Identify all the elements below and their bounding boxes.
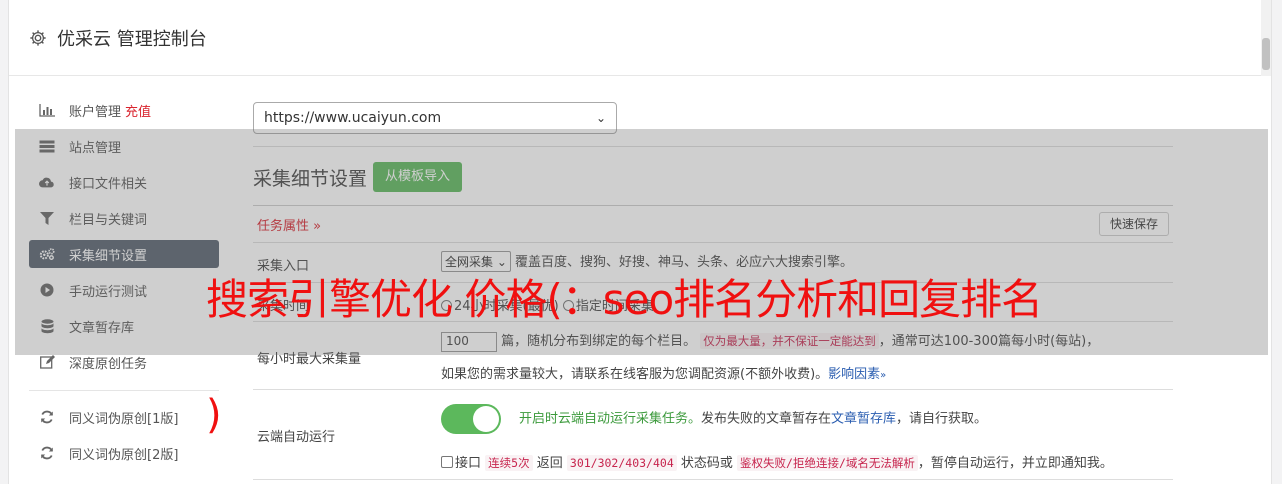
- database-icon: [39, 318, 55, 333]
- overlay-banner-text: 搜索引擎优化 价格(：seo排名分析和回复排名: [206, 275, 1043, 324]
- row-cloud: 云端自动运行 开启时云端自动运行采集任务。发布失败的文章暂存在文章暂存库，请自行…: [253, 390, 1173, 480]
- cloud-text4: 状态码或: [680, 456, 733, 471]
- edit-icon: [39, 355, 55, 369]
- pause-checkbox[interactable]: [441, 456, 453, 468]
- row-max: 每小时最大采集量 100 篇，随机分布到绑定的每个栏目。 仅为最大量，并不保证一…: [253, 322, 1173, 390]
- title-bar: 优采云 管理控制台: [9, 0, 1271, 76]
- sidebar-item-label: 深度原创任务: [69, 356, 148, 372]
- sidebar-item-manual-run[interactable]: 手动运行测试: [29, 276, 219, 304]
- max-text3: 如果您的需求量较大，请联系在线客服为您调配资源(不额外收费)。: [441, 367, 829, 382]
- server-icon: [39, 139, 55, 153]
- factors-link[interactable]: 影响因素: [828, 367, 880, 382]
- cloud-run-toggle[interactable]: [441, 404, 501, 434]
- chk-label: 接口: [455, 456, 482, 471]
- overlay-paren: ): [206, 392, 222, 438]
- section-title: 采集细节设置: [253, 167, 368, 190]
- sidebar-item-label: 手动运行测试: [69, 284, 148, 300]
- chevron-double-down-icon: »: [880, 370, 887, 381]
- cloud-green-text: 开启时云端自动运行采集任务。: [519, 411, 702, 427]
- filter-icon: [39, 211, 55, 225]
- sidebar-item-label: 同义词伪原创[1版]: [69, 411, 179, 427]
- sidebar-divider: [29, 390, 219, 391]
- console-window: 优采云 管理控制台 账户管理 充值 站点管理 接口文件相关 栏目与关键词 采集细…: [8, 0, 1272, 484]
- import-template-button[interactable]: 从模板导入: [373, 162, 463, 192]
- sidebar-item-label: 站点管理: [69, 140, 122, 156]
- site-select[interactable]: https://www.ucaiyun.com ⌄: [253, 102, 617, 134]
- article-store-link[interactable]: 文章暂存库: [831, 412, 896, 427]
- sidebar-item-article-store[interactable]: 文章暂存库: [29, 312, 219, 340]
- code-consecutive: 连续5次: [485, 455, 533, 471]
- max-per-hour-input[interactable]: 100: [441, 331, 497, 352]
- sidebar-item-label: 文章暂存库: [69, 320, 135, 336]
- sidebar-item-synonym-v2[interactable]: 同义词伪原创[2版]: [29, 439, 219, 467]
- play-circle-icon: [39, 283, 55, 297]
- sidebar-item-label: 接口文件相关: [69, 176, 148, 192]
- cloud-text5: ，暂停自动运行，并立即通知我。: [917, 456, 1113, 471]
- sidebar: 账户管理 充值 站点管理 接口文件相关 栏目与关键词 采集细节设置 手动运行测试…: [29, 96, 219, 475]
- sidebar-item-sites[interactable]: 站点管理: [29, 132, 219, 160]
- code-errors: 鉴权失败/拒绝连接/域名无法解析: [737, 455, 918, 471]
- cloud-text2: ，请自行获取。: [896, 411, 988, 427]
- refresh-icon: [39, 410, 55, 424]
- task-attr-bar: 任务属性 » 快速保存: [253, 205, 1173, 243]
- sidebar-item-collect-settings[interactable]: 采集细节设置: [29, 240, 219, 268]
- section-header: 采集细节设置 从模板导入: [253, 162, 463, 192]
- code-status: 301/302/403/404: [566, 455, 677, 471]
- sidebar-item-deep-original[interactable]: 深度原创任务: [29, 348, 219, 376]
- max-note: 仅为最大量，并不保证一定能达到: [700, 333, 879, 349]
- toggle-knob: [473, 406, 499, 432]
- max-text2: ，通常可达100-300篇每小时(每站)，: [878, 334, 1100, 349]
- sidebar-item-label: 账户管理: [69, 104, 122, 120]
- row-label: 每小时最大采集量: [257, 352, 362, 367]
- sidebar-item-columns[interactable]: 栏目与关键词: [29, 204, 219, 232]
- gear-icon: [30, 29, 46, 46]
- cloud-text3: 返回: [536, 456, 563, 471]
- sidebar-item-synonym-v1[interactable]: 同义词伪原创[1版]: [29, 403, 219, 431]
- sidebar-item-label: 栏目与关键词: [69, 212, 148, 228]
- site-select-value: https://www.ucaiyun.com: [264, 110, 442, 126]
- gears-icon: [39, 247, 55, 261]
- section-divider: [253, 146, 1173, 147]
- sidebar-item-label: 同义词伪原创[2版]: [69, 447, 179, 463]
- row-label: 云端自动运行: [257, 430, 336, 445]
- recharge-link[interactable]: 充值: [125, 101, 151, 120]
- page-title: 优采云 管理控制台: [57, 28, 207, 50]
- sidebar-item-account[interactable]: 账户管理 充值: [29, 96, 219, 124]
- chevron-down-icon: ⌄: [595, 111, 606, 125]
- cloud-text1: 发布失败的文章暂存在: [701, 411, 832, 427]
- quick-save-button[interactable]: 快速保存: [1098, 212, 1169, 236]
- bar-chart-icon: [39, 103, 55, 117]
- main-panel: https://www.ucaiyun.com ⌄ 采集细节设置 从模板导入 任…: [253, 102, 1173, 480]
- scrollbar-thumb[interactable]: [1262, 38, 1270, 70]
- sidebar-item-label: 采集细节设置: [69, 248, 148, 264]
- sidebar-item-interface[interactable]: 接口文件相关: [29, 168, 219, 196]
- max-text1: 篇，随机分布到绑定的每个栏目。: [501, 334, 697, 349]
- refresh-icon: [39, 446, 55, 460]
- cloud-upload-icon: [39, 175, 55, 189]
- task-attr-toggle[interactable]: 任务属性 »: [257, 215, 321, 234]
